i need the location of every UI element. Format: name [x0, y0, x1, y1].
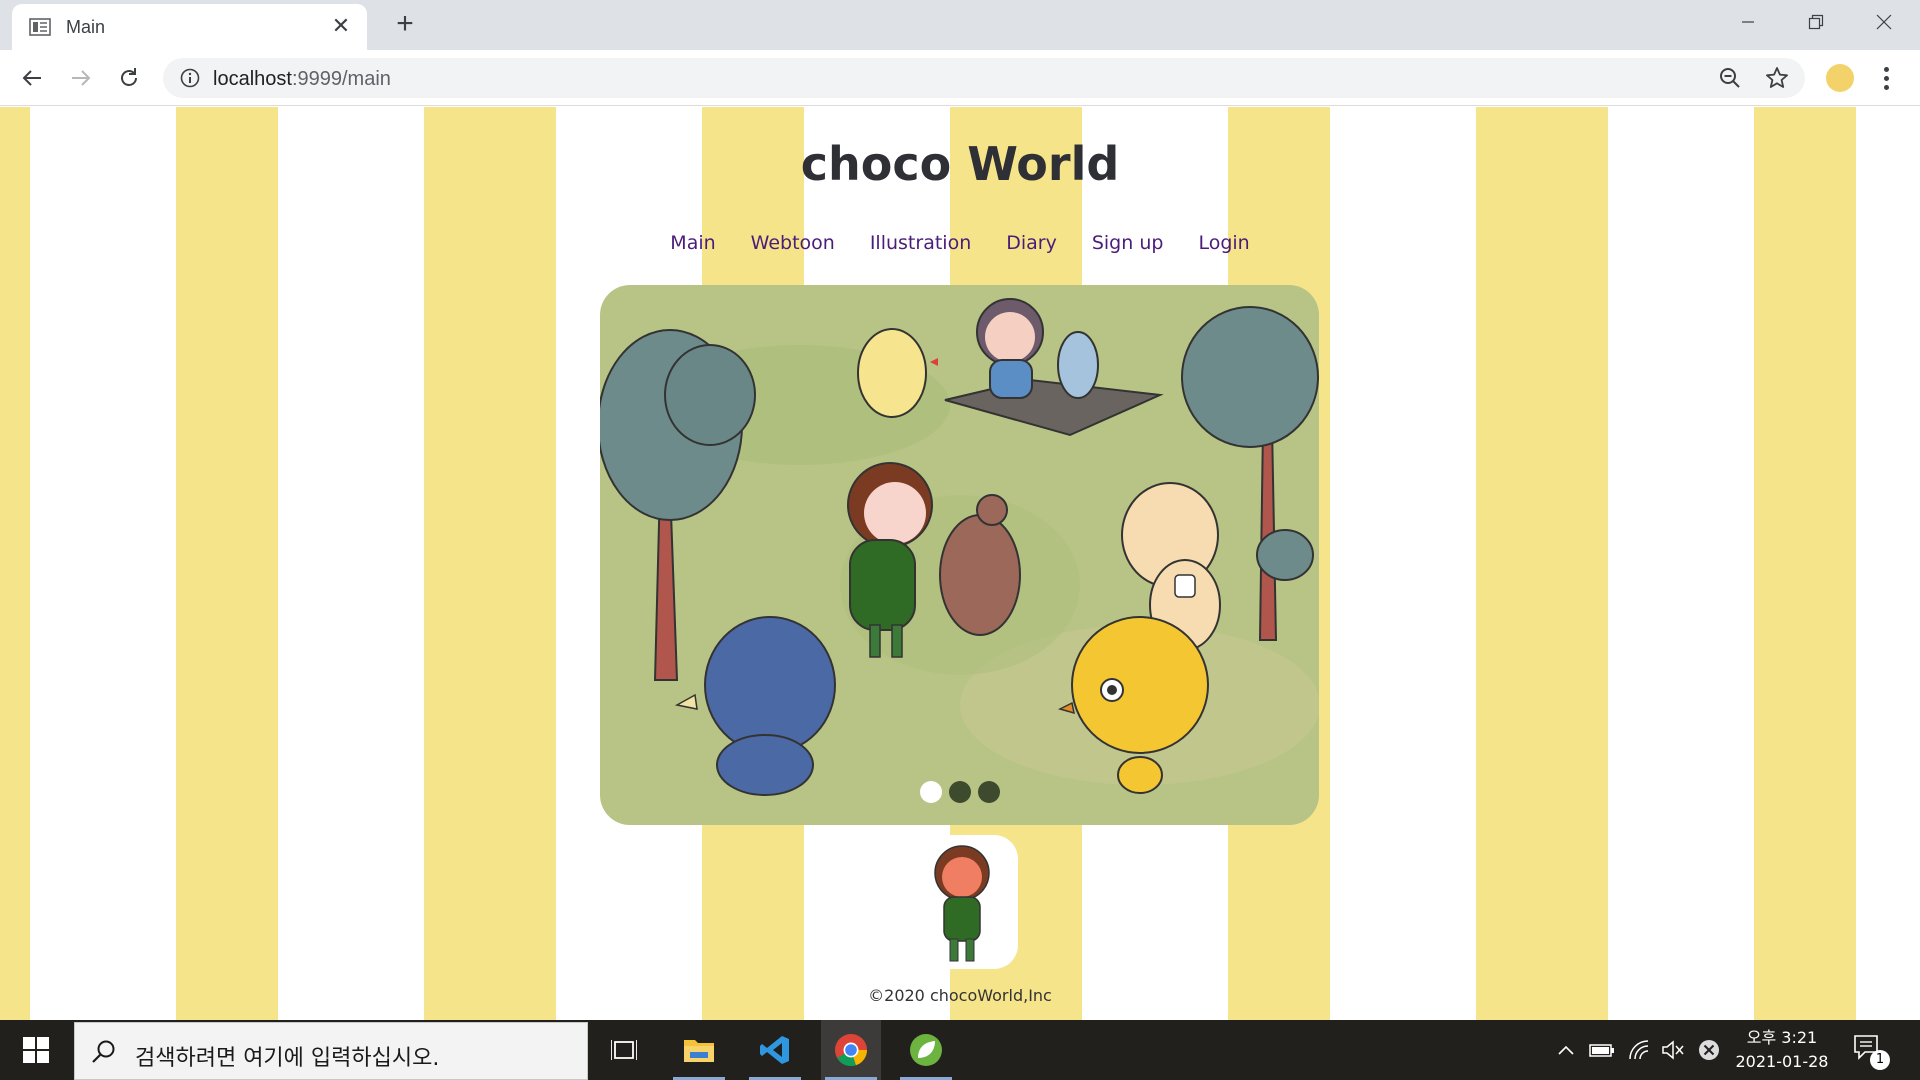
nav-link-signup[interactable]: Sign up: [1092, 232, 1164, 254]
nav-link-main[interactable]: Main: [670, 232, 715, 254]
close-icon: [1876, 14, 1892, 30]
taskbar-spring-tool-suite[interactable]: [896, 1020, 956, 1080]
start-button[interactable]: [0, 1020, 72, 1080]
url-path: :9999/main: [291, 68, 391, 90]
wifi-icon: [1629, 1040, 1649, 1060]
chrome-icon: [835, 1034, 867, 1067]
reload-button[interactable]: [114, 63, 144, 93]
arrow-left-icon: [22, 70, 41, 86]
minimize-icon: [1742, 21, 1754, 23]
slider-dot-2[interactable]: [948, 781, 971, 803]
tab-close-icon[interactable]: ✕: [329, 14, 353, 38]
arrow-right-icon: [72, 70, 91, 86]
close-circle-icon: [1699, 1040, 1719, 1060]
window-restore-button[interactable]: [1782, 0, 1850, 44]
battery-icon: [1589, 1044, 1614, 1057]
taskbar-clock[interactable]: 오후 3:21 2021-01-28: [1722, 1026, 1842, 1074]
zoom-out-icon[interactable]: [1719, 67, 1741, 89]
tray-volume[interactable]: [1658, 1020, 1688, 1080]
notification-count-badge: 1: [1870, 1050, 1890, 1070]
spring-leaf-icon: [910, 1034, 942, 1066]
clock-time: 오후 3:21: [1746, 1028, 1818, 1047]
nav-link-login[interactable]: Login: [1198, 232, 1249, 254]
site-footer: ©2020 chocoWorld,Inc: [868, 986, 1052, 1005]
volume-muted-icon: [1662, 1040, 1684, 1060]
slider-dot-3[interactable]: [977, 781, 1000, 803]
windows-taskbar: 검색하려면 여기에 입력하십시오. 오후 3:21 2021-01-28 1: [0, 1020, 1920, 1080]
clock-date: 2021-01-28: [1735, 1052, 1829, 1071]
task-view-button[interactable]: [594, 1020, 654, 1080]
vscode-icon: [760, 1036, 789, 1064]
action-center-button[interactable]: 1: [1852, 1032, 1892, 1072]
restore-icon: [1808, 14, 1824, 30]
browser-menu-button[interactable]: [1876, 63, 1896, 93]
mascot-image: [908, 835, 1018, 969]
new-tab-button[interactable]: +: [390, 9, 420, 40]
address-bar[interactable]: localhost:9999/main: [163, 58, 1805, 98]
reload-icon: [121, 68, 137, 86]
profile-avatar[interactable]: [1826, 64, 1854, 92]
folder-icon: [684, 1040, 714, 1062]
window-close-button[interactable]: [1850, 0, 1918, 44]
url-text: localhost:9999/main: [213, 68, 391, 91]
taskbar-vscode[interactable]: [745, 1020, 805, 1080]
forward-button[interactable]: [66, 63, 96, 93]
tab-title: Main: [66, 17, 106, 37]
back-button[interactable]: [17, 63, 47, 93]
site-title: choco World: [800, 137, 1120, 191]
taskbar-search-box[interactable]: 검색하려면 여기에 입력하십시오.: [74, 1022, 588, 1080]
page-viewport: choco World Main Webtoon Illustration Di…: [0, 107, 1920, 1021]
tray-show-hidden-icons[interactable]: [1554, 1020, 1578, 1080]
taskbar-file-explorer[interactable]: [669, 1020, 729, 1080]
taskbar-search-placeholder: 검색하려면 여기에 입력하십시오.: [135, 1046, 440, 1071]
image-slider[interactable]: [600, 285, 1319, 825]
tray-app-status[interactable]: [1694, 1020, 1724, 1080]
site-nav: Main Webtoon Illustration Diary Sign up …: [0, 232, 1920, 254]
chevron-up-icon: [1558, 1045, 1574, 1055]
url-host: localhost: [213, 68, 292, 90]
windows-logo-icon: [23, 1037, 49, 1063]
browser-tab-strip: Main ✕ +: [0, 0, 1920, 50]
nav-link-webtoon[interactable]: Webtoon: [751, 232, 835, 254]
slide-illustration: [600, 285, 1319, 825]
search-icon: [92, 1040, 115, 1063]
girl-mascot: [934, 845, 990, 962]
taskbar-chrome[interactable]: [821, 1020, 881, 1080]
window-minimize-button[interactable]: [1714, 0, 1782, 44]
info-icon[interactable]: [180, 68, 200, 88]
tray-battery[interactable]: [1586, 1020, 1618, 1080]
nav-link-diary[interactable]: Diary: [1006, 232, 1057, 254]
browser-tab[interactable]: Main ✕: [12, 4, 367, 50]
tray-network[interactable]: [1624, 1020, 1654, 1080]
bookmark-star-icon[interactable]: [1765, 66, 1789, 90]
browser-toolbar: localhost:9999/main: [0, 50, 1920, 106]
slider-dot-1[interactable]: [919, 781, 942, 803]
slider-dots: [600, 781, 1319, 803]
page-favicon-icon: [29, 18, 51, 36]
nav-link-illustration[interactable]: Illustration: [870, 232, 971, 254]
task-view-icon: [611, 1040, 637, 1060]
